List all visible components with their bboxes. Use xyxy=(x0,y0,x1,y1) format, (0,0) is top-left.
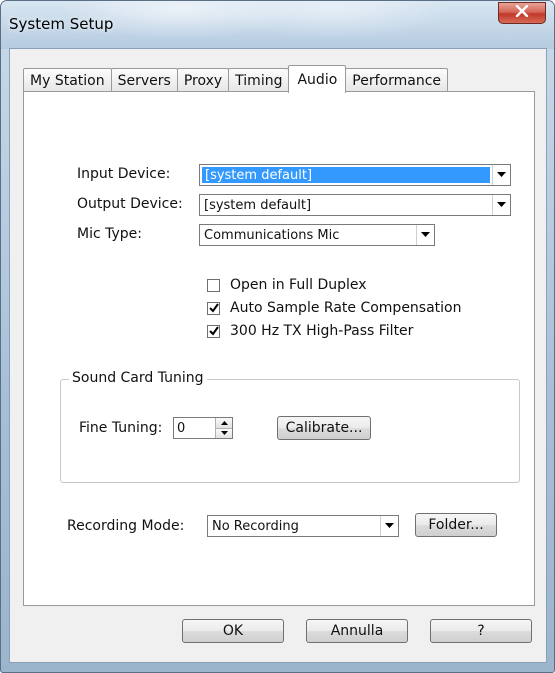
fine-tuning-stepper-buttons xyxy=(215,418,232,438)
recording-mode-value: No Recording xyxy=(212,518,299,534)
window-title: System Setup xyxy=(9,15,114,33)
title-bar[interactable]: System Setup xyxy=(1,1,554,49)
fine-tuning-value[interactable]: 0 xyxy=(174,418,215,438)
tab-performance[interactable]: Performance xyxy=(345,68,448,92)
auto-sample-rate-checkbox[interactable] xyxy=(207,301,220,315)
high-pass-filter-checkbox[interactable] xyxy=(207,324,220,338)
dialog-client-area: My Station Servers Proxy Timing Audio Pe… xyxy=(9,48,547,663)
tab-strip: My Station Servers Proxy Timing Audio Pe… xyxy=(23,64,448,93)
help-button[interactable]: ? xyxy=(430,619,532,643)
ok-button[interactable]: OK xyxy=(182,619,284,643)
stepper-up-icon[interactable] xyxy=(216,418,232,428)
checkmark-icon xyxy=(208,303,219,313)
output-device-value: [system default] xyxy=(204,197,312,213)
mic-type-select[interactable]: Communications Mic xyxy=(199,224,435,246)
checkmark-icon xyxy=(208,326,219,336)
system-setup-window: System Setup My Station Servers Proxy Ti… xyxy=(0,0,555,673)
recording-mode-label: Recording Mode: xyxy=(67,518,185,534)
mic-type-label: Mic Type: xyxy=(77,226,142,242)
tab-timing[interactable]: Timing xyxy=(228,68,290,92)
stepper-down-icon[interactable] xyxy=(216,427,232,438)
chevron-down-icon[interactable] xyxy=(380,516,398,536)
folder-button[interactable]: Folder... xyxy=(415,513,497,537)
input-device-select[interactable]: [system default] xyxy=(199,164,511,186)
full-duplex-label: Open in Full Duplex xyxy=(230,277,367,293)
fine-tuning-label: Fine Tuning: xyxy=(79,420,163,436)
tab-my-station[interactable]: My Station xyxy=(23,68,112,92)
audio-tab-panel: Input Device: [system default] Output De… xyxy=(23,91,535,606)
full-duplex-checkbox-row[interactable]: Open in Full Duplex xyxy=(207,277,367,293)
recording-mode-select[interactable]: No Recording xyxy=(207,515,399,537)
full-duplex-checkbox[interactable] xyxy=(207,278,220,292)
tab-proxy[interactable]: Proxy xyxy=(176,68,230,92)
high-pass-filter-checkbox-row[interactable]: 300 Hz TX High-Pass Filter xyxy=(207,323,413,339)
chevron-down-icon[interactable] xyxy=(492,165,510,185)
close-icon xyxy=(515,4,529,21)
auto-sample-rate-checkbox-row[interactable]: Auto Sample Rate Compensation xyxy=(207,300,462,316)
output-device-label: Output Device: xyxy=(77,196,183,212)
mic-type-value: Communications Mic xyxy=(204,227,340,243)
sound-card-tuning-title: Sound Card Tuning xyxy=(69,370,207,386)
chevron-down-icon[interactable] xyxy=(416,225,434,245)
fine-tuning-stepper[interactable]: 0 xyxy=(173,417,233,439)
sound-card-tuning-group: Sound Card Tuning Fine Tuning: 0 Calibra… xyxy=(60,370,520,483)
cancel-button[interactable]: Annulla xyxy=(306,619,408,643)
high-pass-filter-label: 300 Hz TX High-Pass Filter xyxy=(230,323,414,339)
output-device-select[interactable]: [system default] xyxy=(199,194,511,216)
chevron-down-icon[interactable] xyxy=(492,195,510,215)
auto-sample-rate-label: Auto Sample Rate Compensation xyxy=(230,300,462,316)
input-device-label: Input Device: xyxy=(77,166,171,182)
tab-audio[interactable]: Audio xyxy=(288,65,347,93)
calibrate-button[interactable]: Calibrate... xyxy=(277,416,371,440)
input-device-value: [system default] xyxy=(202,167,490,183)
tab-servers[interactable]: Servers xyxy=(110,68,178,92)
close-button[interactable] xyxy=(498,2,546,24)
